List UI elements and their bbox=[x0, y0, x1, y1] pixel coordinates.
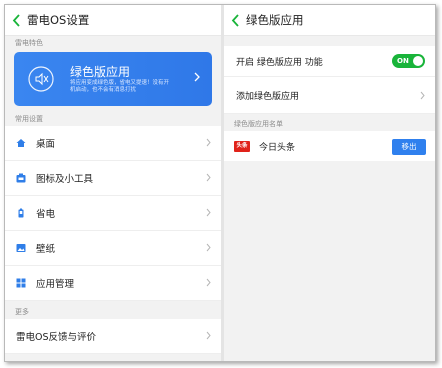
feature-description: 将应用变成绿色版，省电又提速！没有开机启动，也不会有消息打扰 bbox=[70, 80, 170, 93]
toutiao-app-icon: 头条 bbox=[234, 140, 250, 152]
battery-icon bbox=[18, 208, 24, 218]
settings-item-label: 桌面 bbox=[36, 139, 56, 150]
settings-item-feedback[interactable]: 雷电OS反馈与评价 bbox=[5, 319, 221, 354]
right-header: 绿色版应用 bbox=[224, 5, 435, 36]
settings-item-power-saving[interactable]: 省电 bbox=[5, 196, 221, 231]
settings-item-desktop[interactable]: 桌面 bbox=[5, 126, 221, 161]
settings-item-label: 应用管理 bbox=[36, 279, 75, 290]
chevron-right-icon bbox=[206, 243, 211, 252]
left-header: 雷电OS设置 bbox=[5, 5, 221, 36]
add-green-app-label: 添加绿色版应用 bbox=[236, 91, 300, 102]
settings-panel: 雷电OS设置 雷电特色 绿色版应用 将应用变成绿色版，省电又提速！没有开机启动，… bbox=[5, 5, 221, 361]
back-button[interactable] bbox=[224, 5, 246, 35]
chevron-right-icon bbox=[206, 208, 211, 217]
section-feature-label: 雷电特色 bbox=[15, 39, 43, 47]
toggle-label: 开启 绿色版应用 功能 bbox=[236, 57, 323, 68]
green-app-list-header: 绿色版应用名单 bbox=[234, 120, 283, 128]
toggle-knob bbox=[413, 56, 423, 66]
back-button[interactable] bbox=[5, 5, 27, 35]
screenshot-frame: 雷电OS设置 雷电特色 绿色版应用 将应用变成绿色版，省电又提速！没有开机启动，… bbox=[4, 4, 436, 362]
settings-item-widgets[interactable]: 图标及小工具 bbox=[5, 161, 221, 196]
home-icon bbox=[16, 139, 26, 147]
green-app-feature-card[interactable]: 绿色版应用 将应用变成绿色版，省电又提速！没有开机启动，也不会有消息打扰 bbox=[14, 52, 212, 106]
list-item: 头条 今日头条 移出 bbox=[224, 131, 435, 161]
speaker-mute-icon bbox=[28, 66, 54, 92]
section-more-label: 更多 bbox=[15, 308, 29, 316]
settings-item-app-management[interactable]: 应用管理 bbox=[5, 266, 221, 301]
add-green-app-row[interactable]: 添加绿色版应用 bbox=[224, 77, 435, 114]
settings-item-wallpaper[interactable]: 壁纸 bbox=[5, 231, 221, 266]
settings-item-label: 图标及小工具 bbox=[36, 174, 94, 185]
wallpaper-icon bbox=[16, 244, 26, 252]
feature-text: 绿色版应用 将应用变成绿色版，省电又提速！没有开机启动，也不会有消息打扰 bbox=[70, 64, 170, 94]
chevron-right-icon bbox=[206, 331, 211, 340]
green-app-toggle-row: 开启 绿色版应用 功能 ON bbox=[224, 46, 435, 77]
chevron-left-icon bbox=[231, 13, 239, 27]
chevron-right-icon bbox=[206, 278, 211, 287]
section-common-label: 常用设置 bbox=[15, 115, 43, 123]
chevron-right-icon bbox=[420, 91, 425, 100]
settings-item-label: 壁纸 bbox=[36, 244, 56, 255]
green-app-toggle[interactable]: ON bbox=[392, 54, 425, 68]
chevron-left-icon bbox=[12, 13, 20, 27]
chevron-right-icon bbox=[194, 72, 200, 82]
page-title: 雷电OS设置 bbox=[27, 13, 90, 27]
settings-item-label: 雷电OS反馈与评价 bbox=[16, 332, 97, 343]
app-name: 今日头条 bbox=[259, 142, 296, 153]
chevron-right-icon bbox=[206, 173, 211, 182]
feature-title: 绿色版应用 bbox=[70, 65, 131, 79]
settings-item-label: 省电 bbox=[36, 209, 56, 220]
chevron-right-icon bbox=[206, 138, 211, 147]
page-title: 绿色版应用 bbox=[246, 13, 304, 27]
remove-button[interactable]: 移出 bbox=[392, 139, 426, 155]
widget-icon bbox=[16, 173, 26, 183]
apps-grid-icon bbox=[16, 278, 26, 288]
green-app-panel: 绿色版应用 开启 绿色版应用 功能 ON 添加绿色版应用 绿色版应用名单 头条 … bbox=[224, 5, 435, 361]
toggle-state-text: ON bbox=[397, 57, 409, 65]
